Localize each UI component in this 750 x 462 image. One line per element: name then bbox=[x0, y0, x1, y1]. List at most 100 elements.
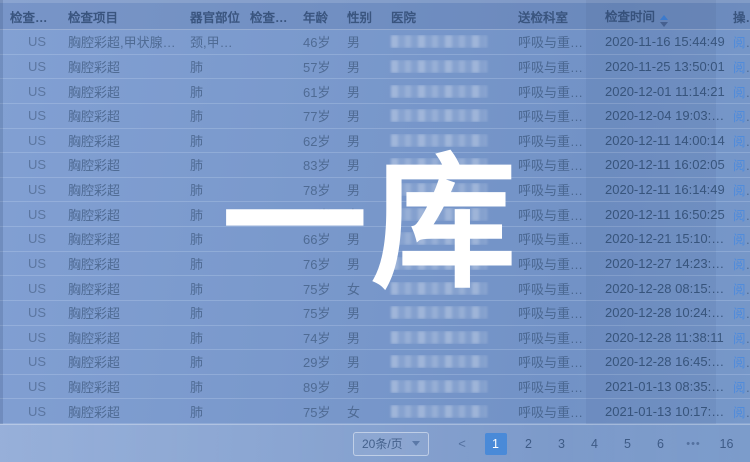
gender-cell: 男 bbox=[337, 57, 381, 76]
page-number-button[interactable]: 4 bbox=[584, 433, 606, 455]
view-images-link[interactable]: 阅片 bbox=[733, 405, 750, 420]
view-images-link[interactable]: 阅片 bbox=[733, 380, 750, 395]
exam-item-cell: 胸腔彩超 bbox=[58, 279, 180, 298]
view-images-link[interactable]: 阅片 bbox=[733, 208, 750, 223]
exam-type-cell: US bbox=[0, 281, 58, 296]
department-cell: 呼吸与重症医... bbox=[508, 57, 595, 76]
age-cell: 57岁 bbox=[293, 57, 337, 76]
gender-cell: 女 bbox=[337, 205, 381, 224]
gender-cell: 女 bbox=[337, 402, 381, 421]
view-images-link[interactable]: 阅片 bbox=[733, 257, 750, 272]
actions-cell: 阅片 bbox=[725, 402, 750, 421]
page-number-button[interactable]: 6 bbox=[650, 433, 672, 455]
exam-time-cell: 2020-12-11 16:02:05 bbox=[595, 157, 725, 172]
exam-type-cell: US bbox=[0, 354, 58, 369]
view-images-link[interactable]: 阅片 bbox=[733, 134, 750, 149]
hospital-redaction-block bbox=[391, 232, 487, 245]
page-number-button[interactable]: 5 bbox=[617, 433, 639, 455]
column-header-exam-time[interactable]: 检查时间 bbox=[595, 6, 725, 27]
view-images-link[interactable]: 阅片 bbox=[733, 331, 750, 346]
hospital-redaction-block bbox=[391, 109, 487, 122]
pagination-bar: 20条/页 < 123456 ••• 16 bbox=[0, 424, 750, 462]
table-row: US 胸腔彩超 肺 75岁 男 呼吸与重症医... 2020-12-28 10:… bbox=[0, 301, 750, 326]
table-header: 检查类型 检查项目 器官部位 检查方法 年龄 性别 医院 送检科室 检查时间 操… bbox=[0, 0, 750, 30]
page-ellipsis[interactable]: ••• bbox=[683, 433, 705, 455]
hospital-redaction-block bbox=[391, 183, 487, 196]
view-images-link[interactable]: 阅片 bbox=[733, 355, 750, 370]
view-images-link[interactable]: 阅片 bbox=[733, 158, 750, 173]
exam-type-cell: US bbox=[0, 182, 58, 197]
view-images-link[interactable]: 阅片 bbox=[733, 60, 750, 75]
department-cell: 呼吸与重症医... bbox=[508, 205, 595, 224]
hospital-cell bbox=[381, 158, 508, 171]
actions-cell: 阅片 bbox=[725, 303, 750, 322]
actions-cell: 阅片 bbox=[725, 106, 750, 125]
exam-type-cell: US bbox=[0, 84, 58, 99]
exam-item-cell: 胸腔彩超 bbox=[58, 205, 180, 224]
column-header-department: 送检科室 bbox=[508, 7, 595, 26]
actions-cell: 阅片 bbox=[725, 377, 750, 396]
sort-icon[interactable] bbox=[660, 15, 668, 27]
view-images-link[interactable]: 阅片 bbox=[733, 282, 750, 297]
view-images-link[interactable]: 阅片 bbox=[733, 232, 750, 247]
view-images-link[interactable]: 阅片 bbox=[733, 35, 750, 50]
column-header-method: 检查方法 bbox=[240, 7, 293, 26]
page-number-button[interactable]: 16 bbox=[716, 433, 738, 455]
exam-time-cell: 2020-12-01 11:14:21 bbox=[595, 84, 725, 99]
hospital-cell bbox=[381, 109, 508, 122]
exam-item-cell: 胸腔彩超 bbox=[58, 131, 180, 150]
exam-time-cell: 2020-12-11 16:14:49 bbox=[595, 182, 725, 197]
department-cell: 呼吸与重症医... bbox=[508, 254, 595, 273]
view-images-link[interactable]: 阅片 bbox=[733, 109, 750, 124]
exam-type-cell: US bbox=[0, 379, 58, 394]
actions-cell: 阅片 bbox=[725, 205, 750, 224]
exam-item-cell: 胸腔彩超 bbox=[58, 229, 180, 248]
hospital-redaction-block bbox=[391, 380, 487, 393]
page-number-button[interactable]: 1 bbox=[485, 433, 507, 455]
organ-cell: 肺 bbox=[180, 377, 240, 396]
actions-cell: 阅片 bbox=[725, 57, 750, 76]
view-images-link[interactable]: 阅片 bbox=[733, 85, 750, 100]
actions-cell: 阅片 bbox=[725, 32, 750, 51]
exam-time-cell: 2020-11-25 13:50:01 bbox=[595, 59, 725, 74]
age-cell: 46岁 bbox=[293, 32, 337, 51]
table-row: US 胸腔彩超 肺 89岁 男 呼吸与重症医... 2021-01-13 08:… bbox=[0, 375, 750, 400]
organ-cell: 肺 bbox=[180, 279, 240, 298]
gender-cell: 男 bbox=[337, 328, 381, 347]
exam-item-cell: 胸腔彩超 bbox=[58, 402, 180, 421]
organ-cell: 肺 bbox=[180, 155, 240, 174]
exam-item-cell: 胸腔彩超 bbox=[58, 155, 180, 174]
exam-item-cell: 胸腔彩超 bbox=[58, 57, 180, 76]
department-cell: 呼吸与重症医... bbox=[508, 155, 595, 174]
department-cell: 呼吸与重症医... bbox=[508, 32, 595, 51]
view-images-link[interactable]: 阅片 bbox=[733, 183, 750, 198]
department-cell: 呼吸与重症医... bbox=[508, 229, 595, 248]
exam-type-cell: US bbox=[0, 404, 58, 419]
gender-cell: 男 bbox=[337, 377, 381, 396]
page-size-select[interactable]: 20条/页 bbox=[353, 432, 429, 456]
hospital-redaction-block bbox=[391, 257, 487, 270]
organ-cell: 颈,甲状... bbox=[180, 32, 240, 51]
exam-type-cell: US bbox=[0, 108, 58, 123]
exam-time-cell: 2020-12-04 19:03:24 bbox=[595, 108, 725, 123]
age-cell: 83岁 bbox=[293, 155, 337, 174]
table-row: US 胸腔彩超 肺 76岁 男 呼吸与重症医... 2020-12-27 14:… bbox=[0, 252, 750, 277]
age-cell: 75岁 bbox=[293, 279, 337, 298]
gender-cell: 男 bbox=[337, 32, 381, 51]
prev-page-button[interactable]: < bbox=[451, 436, 473, 451]
hospital-redaction-block bbox=[391, 282, 487, 295]
department-cell: 呼吸与重症医... bbox=[508, 180, 595, 199]
view-images-link[interactable]: 阅片 bbox=[733, 306, 750, 321]
page-number-button[interactable]: 2 bbox=[518, 433, 540, 455]
page-number-button[interactable]: 3 bbox=[551, 433, 573, 455]
table-row: US 胸腔彩超 肺 66岁 男 呼吸与重症医... 2020-12-21 15:… bbox=[0, 227, 750, 252]
table-row: US 胸腔彩超 肺 75岁 女 呼吸与重症医... 2021-01-13 10:… bbox=[0, 399, 750, 424]
column-header-organ: 器官部位 bbox=[180, 7, 240, 26]
gender-cell: 女 bbox=[337, 279, 381, 298]
hospital-cell bbox=[381, 134, 508, 147]
age-cell: 62岁 bbox=[293, 131, 337, 150]
gender-cell: 男 bbox=[337, 254, 381, 273]
age-cell: 76岁 bbox=[293, 254, 337, 273]
age-cell: 77岁 bbox=[293, 106, 337, 125]
column-header-actions: 操作 bbox=[725, 7, 750, 26]
